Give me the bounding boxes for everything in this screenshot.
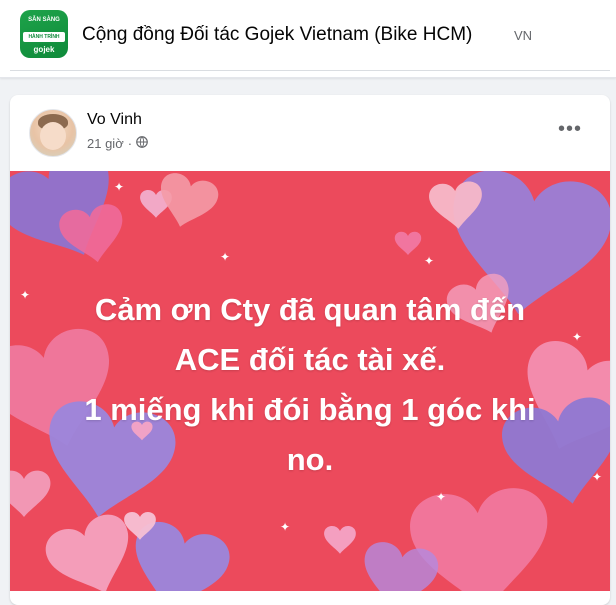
more-options-icon[interactable]: ••• [552, 115, 588, 143]
meta-separator: · [127, 136, 133, 151]
heart-shape [324, 525, 356, 554]
group-header: SẴN SÀNG HÀNH TRÌNH MỚI gojek Cộng đồng … [0, 0, 616, 78]
post-text: Cảm ơn Cty đã quan tâm đến ACE đối tác t… [30, 285, 590, 485]
post-text-line: ACE đối tác tài xế. [174, 342, 446, 377]
globe-icon [136, 136, 148, 151]
heart-shape [394, 231, 422, 255]
author-name[interactable]: Vo Vinh [87, 111, 142, 129]
post-image[interactable]: ✦ ✦ ✦ ✦ ✦ ✦ ✦ ✦ Cảm ơn Cty đã quan tâm đ… [10, 171, 610, 591]
post-meta: 21 giờ · [87, 136, 148, 151]
post-text-line: Cảm ơn Cty đã quan tâm đến [94, 292, 526, 327]
heart-shape [56, 201, 130, 268]
logo-title: SẴN SÀNG [28, 17, 60, 23]
avatar-face [40, 122, 66, 150]
group-title[interactable]: Cộng đồng Đối tác Gojek Vietnam (Bike HC… [82, 24, 472, 46]
post-text-line: no. [286, 442, 334, 477]
post-text-line: 1 miếng khi đói bằng 1 góc khi [84, 392, 536, 427]
sparkle-icon: ✦ [114, 180, 125, 194]
group-logo[interactable]: SẴN SÀNG HÀNH TRÌNH MỚI gojek [20, 10, 68, 58]
post-time[interactable]: 21 giờ [87, 136, 124, 151]
header-divider [10, 70, 610, 71]
logo-band: HÀNH TRÌNH MỚI [23, 32, 65, 50]
group-language-badge: VN [514, 28, 533, 43]
sparkle-icon: ✦ [592, 470, 603, 484]
logo-brand: gojek [33, 45, 55, 54]
sparkle-icon: ✦ [436, 490, 447, 504]
sparkle-icon: ✦ [220, 250, 231, 264]
post-card: Vo Vinh 21 giờ · ••• ✦ ✦ ✦ ✦ ✦ ✦ ✦ ✦ Cảm… [10, 95, 610, 605]
avatar[interactable] [29, 109, 77, 157]
sparkle-icon: ✦ [20, 288, 31, 302]
sparkle-icon: ✦ [424, 254, 435, 268]
sparkle-icon: ✦ [280, 520, 291, 534]
